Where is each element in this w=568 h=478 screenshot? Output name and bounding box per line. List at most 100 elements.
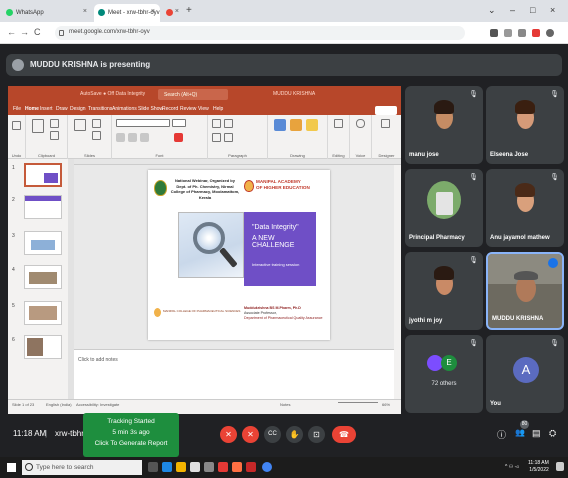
- system-tray[interactable]: ^ ⚇ ◅: [505, 464, 518, 471]
- chrome-icon[interactable]: [262, 462, 272, 472]
- reload-button[interactable]: C: [34, 27, 41, 37]
- slide-thumbnails: 1 2 3 4 5 6: [8, 159, 68, 399]
- ppt-statusbar: Slide 1 of 23 English (India) Accessibil…: [8, 399, 401, 408]
- close-window-button[interactable]: ×: [550, 5, 555, 15]
- mic-toggle-button[interactable]: ✕: [220, 426, 237, 443]
- tab-meet[interactable]: Meet - xrw-tbhr-oyv ×: [94, 4, 160, 22]
- menu-transitions: Transitions: [88, 106, 113, 112]
- participant-video: [506, 268, 546, 314]
- camera-indicator-icon[interactable]: [490, 29, 498, 37]
- participant-photo: [427, 181, 461, 219]
- captions-button[interactable]: CC: [264, 426, 281, 443]
- participant-photo: [508, 181, 542, 219]
- slide-thumbnail: [24, 301, 62, 325]
- mic-off-icon: 🎙: [550, 174, 559, 181]
- presenting-text: MUDDU KRISHNA is presenting: [30, 60, 151, 69]
- meet-control-bar: 11:18 AM | xrw-tbhr-oyv Tracking Started…: [0, 413, 568, 457]
- ribbon-label: Slides: [84, 153, 95, 158]
- taskbar-search[interactable]: Type here to search: [22, 460, 142, 475]
- share-icon[interactable]: [504, 29, 512, 37]
- others-count: 72 others: [431, 381, 457, 387]
- tab-search-icon[interactable]: ⌄: [488, 5, 496, 16]
- menu-file: File: [13, 106, 22, 112]
- edge-icon[interactable]: [162, 462, 172, 472]
- taskbar-date: 1/5/2022: [529, 467, 549, 473]
- windows-start-icon[interactable]: [7, 463, 16, 472]
- mail-icon[interactable]: [204, 462, 214, 472]
- slide-number: 5: [12, 303, 15, 309]
- maximize-button[interactable]: □: [530, 5, 535, 15]
- present-button[interactable]: ⊡: [308, 426, 325, 443]
- bookmark-star-icon[interactable]: [518, 29, 526, 37]
- tab-recording[interactable]: ×: [162, 4, 184, 22]
- powerpoint-icon[interactable]: [246, 462, 256, 472]
- opera-icon[interactable]: [218, 462, 228, 472]
- participant-tile[interactable]: 🎙 Elseena Jose: [486, 86, 564, 164]
- slide-thumbnail: [24, 231, 62, 255]
- participant-tile[interactable]: 🎙 jyothi m joy: [405, 252, 483, 330]
- file-explorer-icon[interactable]: [176, 462, 186, 472]
- cut-icon: [50, 119, 59, 128]
- windows-taskbar: Type here to search ^ ⚇ ◅ 11:18 AM 1/5/2…: [0, 457, 568, 478]
- mic-off-icon: 🎙: [469, 257, 478, 264]
- forward-button[interactable]: →: [20, 27, 29, 37]
- meeting-details-icon[interactable]: ⓘ: [497, 428, 506, 441]
- taskbar-clock[interactable]: 11:18 AM 1/5/2022: [528, 460, 549, 474]
- raise-hand-button[interactable]: ✋: [286, 426, 303, 443]
- profile-avatar[interactable]: [546, 29, 554, 37]
- firefox-icon[interactable]: [232, 462, 242, 472]
- url-field[interactable]: meet.google.com/xrw-tbhr-oyv: [55, 26, 465, 40]
- taskbar-time: 11:18 AM: [528, 460, 549, 466]
- store-icon[interactable]: [190, 462, 200, 472]
- extension-icon[interactable]: [532, 29, 540, 37]
- leave-call-button[interactable]: ☎: [332, 426, 356, 443]
- ribbon-undo: Undo: [8, 115, 26, 159]
- meet-icon: [98, 9, 105, 16]
- notification-icon[interactable]: [556, 462, 564, 471]
- ribbon-slides: Slides: [68, 115, 112, 159]
- participant-name: Anu jayamol mathew: [490, 235, 550, 241]
- new-slide-icon: [74, 119, 86, 131]
- mcops-logo: [154, 308, 161, 317]
- ppt-titlebar: AutoSave ● Off Data Integrity Search (Al…: [8, 86, 401, 104]
- participant-tile[interactable]: 🎙 Principal Pharmacy: [405, 169, 483, 247]
- participant-tile[interactable]: 🎙 manu jose: [405, 86, 483, 164]
- participant-photo: [508, 98, 542, 136]
- activities-icon[interactable]: ⛭: [549, 428, 556, 439]
- self-tile[interactable]: A 🎙 You: [486, 335, 564, 413]
- tracking-popup[interactable]: Tracking Started 5 min 3s ago Click To G…: [83, 413, 179, 457]
- shared-screen: AutoSave ● Off Data Integrity Search (Al…: [8, 86, 401, 414]
- participant-photo: [427, 98, 461, 136]
- others-tile[interactable]: E 🎙 72 others: [405, 335, 483, 413]
- mahe-name: MANIPAL ACADEMY OF HIGHER EDUCATION: [256, 179, 328, 190]
- new-tab-button[interactable]: +: [186, 5, 192, 16]
- generate-report-link[interactable]: Click To Generate Report: [83, 438, 179, 449]
- whatsapp-icon: [6, 9, 13, 16]
- close-tab-icon[interactable]: ×: [175, 8, 179, 15]
- participant-tile-speaking[interactable]: MUDDU KRISHNA: [486, 252, 564, 330]
- tab-whatsapp[interactable]: WhatsApp ×: [2, 4, 92, 22]
- ppt-share-button: Share: [375, 106, 397, 115]
- slide-number: 4: [12, 267, 15, 273]
- current-slide: National Webinar, Organized by Dept. of …: [148, 170, 330, 340]
- camera-toggle-button[interactable]: ✕: [242, 426, 259, 443]
- slide-thumbnail: [24, 265, 62, 289]
- ribbon-label: Designer: [378, 153, 395, 158]
- minimize-button[interactable]: –: [510, 5, 515, 15]
- people-icon[interactable]: 👥: [515, 428, 525, 437]
- chat-icon[interactable]: ▤: [532, 428, 541, 439]
- close-tab-icon[interactable]: ×: [151, 8, 155, 15]
- back-button[interactable]: ←: [7, 27, 16, 37]
- slide-title: "Data Integrity": [252, 224, 299, 231]
- browser-tabstrip: WhatsApp × Meet - xrw-tbhr-oyv × × + ⌄ –…: [0, 0, 568, 22]
- tab-label: WhatsApp: [16, 10, 44, 16]
- screen-root: WhatsApp × Meet - xrw-tbhr-oyv × × + ⌄ –…: [0, 0, 568, 478]
- mic-off-icon: 🎙: [469, 340, 478, 347]
- task-view-icon[interactable]: [148, 462, 158, 472]
- participant-tile[interactable]: 🎙 Anu jayamol mathew: [486, 169, 564, 247]
- menu-help: Help: [213, 106, 224, 112]
- menu-view: View: [198, 106, 209, 112]
- ppt-ribbon: Undo Clipboard Slides Font Paragraph Dra…: [8, 115, 401, 159]
- close-tab-icon[interactable]: ×: [83, 8, 87, 15]
- dictate-icon: [356, 119, 365, 128]
